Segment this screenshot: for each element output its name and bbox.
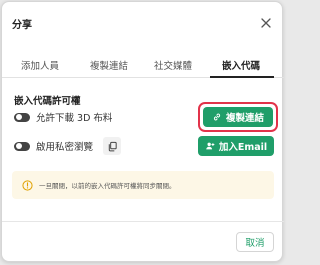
section-title: 嵌入代碼許可權 [14, 96, 81, 107]
allow-download-label: 允許下載 3D 布料 [36, 113, 113, 124]
dialog-title: 分享 [12, 20, 32, 31]
private-browse-toggle[interactable] [14, 141, 30, 151]
tab-add-people[interactable]: 添加人員 [21, 58, 59, 72]
notice-text: 一旦關閉，以前的嵌入代碼許可權將同步關閉。 [39, 182, 176, 190]
copy-link-button[interactable]: 複製連結 [203, 107, 273, 127]
add-person-icon [206, 142, 215, 150]
copy-icon [108, 141, 117, 151]
cancel-button[interactable]: 取消 [236, 232, 274, 252]
footer-divider [2, 221, 284, 222]
allow-download-row: 允許下載 3D 布料 [14, 109, 112, 125]
share-dialog: 分享 添加人員 複製連結 社交媒體 嵌入代碼 嵌入代碼許可權 允許下載 3D 布… [1, 1, 284, 262]
private-browse-label: 啟用私密瀏覽 [36, 142, 94, 153]
add-email-label: 加入Email [218, 142, 268, 153]
allow-download-toggle[interactable] [14, 112, 30, 122]
notice-banner: 一旦關閉，以前的嵌入代碼許可權將同步關閉。 [12, 171, 274, 199]
private-browse-row: 啟用私密瀏覽 [14, 137, 122, 155]
tab-copy-link[interactable]: 複製連結 [90, 58, 128, 72]
close-button[interactable] [259, 16, 273, 30]
close-icon [261, 18, 271, 28]
link-icon [213, 113, 221, 121]
tab-social-media[interactable]: 社交媒體 [154, 58, 192, 72]
add-email-button[interactable]: 加入Email [198, 136, 274, 156]
copy-link-label: 複製連結 [225, 113, 264, 124]
copy-code-button[interactable] [103, 137, 122, 155]
info-icon [22, 179, 33, 191]
tab-embed-code[interactable]: 嵌入代碼 [222, 58, 260, 72]
active-tab-indicator [210, 76, 274, 78]
tab-bar: 添加人員 複製連結 社交媒體 嵌入代碼 [2, 54, 284, 78]
